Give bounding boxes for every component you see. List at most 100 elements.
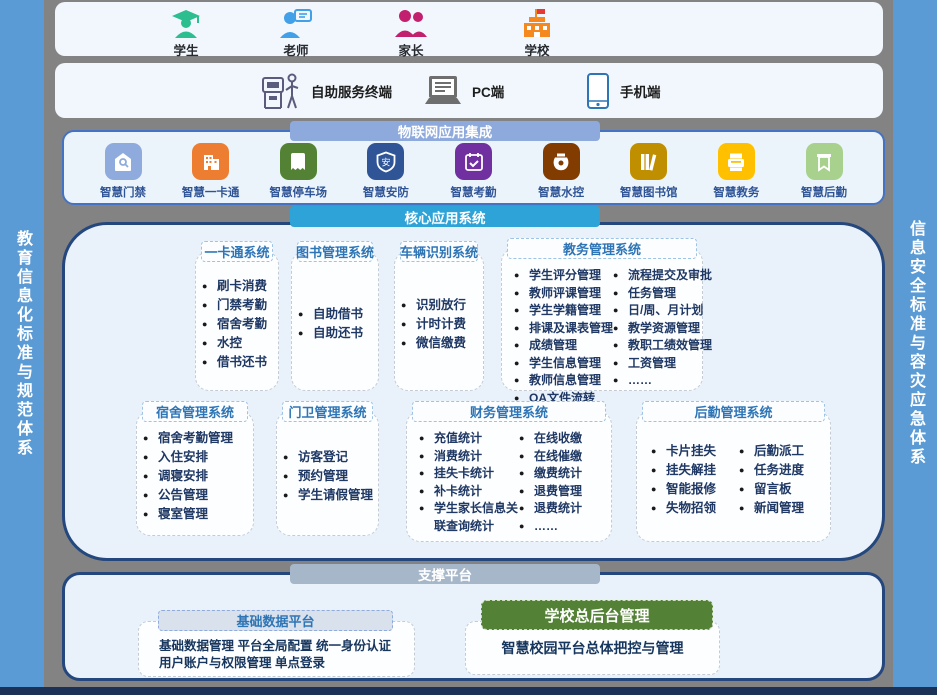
system-item-list: 后勤派工任务进度留言板新闻管理 bbox=[739, 442, 804, 518]
user-label: 老师 bbox=[283, 40, 308, 59]
school-admin-desc: 智慧校园平台总体把控与管理 bbox=[502, 638, 684, 658]
iot-item-logistics: 智慧后勤 bbox=[787, 143, 861, 200]
list-item: 消费统计 bbox=[419, 448, 519, 466]
list-item: 寝室管理 bbox=[143, 505, 247, 524]
iot-label: 智慧水控 bbox=[538, 184, 584, 200]
terminal-label: 手机端 bbox=[620, 81, 661, 101]
list-item: 自助借书 bbox=[298, 305, 372, 324]
list-item: 新闻管理 bbox=[739, 499, 804, 518]
calendar-icon bbox=[455, 143, 492, 180]
list-item: 教师评课管理 bbox=[514, 285, 613, 303]
iot-item-onecard: 智慧一卡通 bbox=[174, 143, 248, 200]
list-item: 学生学籍管理 bbox=[514, 302, 613, 320]
smart-campus-architecture-diagram: 教育信息化标准与规范体系 信息安全标准与容灾应急体系 学生 老师 bbox=[0, 0, 937, 695]
teacher-icon bbox=[279, 8, 313, 38]
system-dorm: 宿舍管理系统 宿舍考勤管理入住安排调寝安排公告管理寝室管理 bbox=[136, 411, 254, 536]
list-item: 补卡统计 bbox=[419, 483, 519, 501]
student-icon bbox=[170, 8, 202, 38]
system-title: 门卫管理系统 bbox=[282, 401, 373, 422]
bottom-border bbox=[0, 687, 937, 695]
system-title: 图书管理系统 bbox=[297, 241, 373, 262]
iot-item-library: 智慧图书馆 bbox=[612, 143, 686, 200]
system-item-list: 流程提交及审批任务管理日/周、月计划教学资源管理教职工绩效管理工资管理…… bbox=[613, 267, 712, 390]
left-standards-sidebar: 教育信息化标准与规范体系 bbox=[0, 0, 44, 687]
iot-item-door-access: 智慧门禁 bbox=[86, 143, 160, 200]
iot-section-title: 物联网应用集成 bbox=[290, 121, 600, 141]
list-item: …… bbox=[613, 372, 712, 390]
list-item: 退费统计 bbox=[519, 500, 582, 518]
terminal-mobile: 手机端 bbox=[585, 63, 661, 118]
water-icon bbox=[543, 143, 580, 180]
shield-icon: 安 bbox=[367, 143, 404, 180]
phone-icon bbox=[585, 72, 611, 110]
system-item-list: 学生评分管理教师评课管理学生学籍管理排课及课表管理成绩管理学生信息管理教师信息管… bbox=[514, 267, 613, 407]
system-academic: 教务管理系统 学生评分管理教师评课管理学生学籍管理排课及课表管理成绩管理学生信息… bbox=[501, 248, 703, 391]
list-item: 充值统计 bbox=[419, 430, 519, 448]
iot-section: 智慧门禁 智慧一卡通 智慧停车场 安 智慧安防 bbox=[62, 130, 885, 205]
list-item: 借书还书 bbox=[202, 353, 272, 372]
system-title: 教务管理系统 bbox=[507, 238, 697, 259]
list-item: 学生信息管理 bbox=[514, 355, 613, 373]
system-item-list: 卡片挂失挂失解挂智能报修失物招领 bbox=[651, 442, 739, 518]
onecard-icon bbox=[192, 143, 229, 180]
list-item: 失物招领 bbox=[651, 499, 739, 518]
list-item: 任务进度 bbox=[739, 461, 804, 480]
iot-label: 智慧图书馆 bbox=[620, 184, 678, 200]
list-item: 学生请假管理 bbox=[283, 486, 372, 505]
support-section-title: 支撑平台 bbox=[290, 564, 600, 584]
user-teacher: 老师 bbox=[251, 8, 341, 59]
system-title: 宿舍管理系统 bbox=[142, 401, 248, 422]
system-title: 一卡通系统 bbox=[201, 241, 273, 262]
list-item: 调寝安排 bbox=[143, 467, 247, 486]
system-item-list: 自助借书自助还书 bbox=[298, 305, 372, 343]
system-gate: 门卫管理系统 访客登记预约管理学生请假管理 bbox=[276, 411, 379, 536]
right-security-sidebar: 信息安全标准与容灾应急体系 bbox=[893, 0, 937, 687]
terminal-pc: PC端 bbox=[423, 63, 504, 118]
kiosk-icon bbox=[260, 70, 302, 112]
iot-label: 智慧考勤 bbox=[451, 184, 497, 200]
system-item-list: 宿舍考勤管理入住安排调寝安排公告管理寝室管理 bbox=[143, 429, 247, 524]
support-section: 基础数据平台 基础数据管理 平台全局配置 统一身份认证 用户账户与权限管理 单点… bbox=[62, 572, 885, 681]
list-item: 微信缴费 bbox=[401, 334, 477, 353]
list-item: 卡片挂失 bbox=[651, 442, 739, 461]
list-item: 访客登记 bbox=[283, 448, 372, 467]
laptop-icon bbox=[423, 74, 463, 108]
base-data-platform-title: 基础数据平台 bbox=[158, 610, 393, 631]
school-admin-title: 学校总后台管理 bbox=[481, 600, 713, 630]
system-item-list: 充值统计消费统计挂失卡统计补卡统计学生家长信息关联查询统计 bbox=[419, 430, 519, 535]
iot-item-security: 安 智慧安防 bbox=[349, 143, 423, 200]
list-item: …… bbox=[519, 518, 582, 536]
system-onecard: 一卡通系统 刷卡消费门禁考勤宿舍考勤水控借书还书 bbox=[195, 251, 279, 391]
system-finance: 财务管理系统 充值统计消费统计挂失卡统计补卡统计学生家长信息关联查询统计 在线收… bbox=[406, 411, 612, 542]
list-item: 预约管理 bbox=[283, 467, 372, 486]
iot-label: 智慧教务 bbox=[713, 184, 759, 200]
iot-label: 智慧安防 bbox=[363, 184, 409, 200]
list-item: 宿舍考勤管理 bbox=[143, 429, 247, 448]
system-title: 财务管理系统 bbox=[412, 401, 606, 422]
system-vehicle: 车辆识别系统 识别放行计时计费微信缴费 bbox=[394, 251, 484, 391]
list-item: 在线收缴 bbox=[519, 430, 582, 448]
parking-icon bbox=[280, 143, 317, 180]
system-item-list: 刷卡消费门禁考勤宿舍考勤水控借书还书 bbox=[202, 277, 272, 372]
system-title: 车辆识别系统 bbox=[400, 241, 478, 262]
list-item: 门禁考勤 bbox=[202, 296, 272, 315]
core-section-title: 核心应用系统 bbox=[290, 206, 600, 227]
iot-label: 智慧一卡通 bbox=[182, 184, 240, 200]
user-parents: 家长 bbox=[366, 8, 456, 59]
list-item: 退费管理 bbox=[519, 483, 582, 501]
right-sidebar-label: 信息安全标准与容灾应急体系 bbox=[903, 220, 927, 467]
list-item: 学生评分管理 bbox=[514, 267, 613, 285]
list-item: 入住安排 bbox=[143, 448, 247, 467]
user-student: 学生 bbox=[141, 8, 231, 59]
list-item: 工资管理 bbox=[613, 355, 712, 373]
system-item-list: 访客登记预约管理学生请假管理 bbox=[283, 448, 372, 505]
iot-item-academic: 智慧教务 bbox=[699, 143, 773, 200]
list-item: 教学资源管理 bbox=[613, 320, 712, 338]
list-item: 学生家长信息关联查询统计 bbox=[419, 500, 519, 535]
user-label: 家长 bbox=[398, 40, 423, 59]
base-platform-line: 用户账户与权限管理 单点登录 bbox=[159, 655, 414, 672]
list-item: 留言板 bbox=[739, 480, 804, 499]
system-item-list: 在线收缴在线催缴缴费统计退费管理退费统计…… bbox=[519, 430, 582, 535]
list-item: 排课及课表管理 bbox=[514, 320, 613, 338]
iot-label: 智慧门禁 bbox=[100, 184, 146, 200]
